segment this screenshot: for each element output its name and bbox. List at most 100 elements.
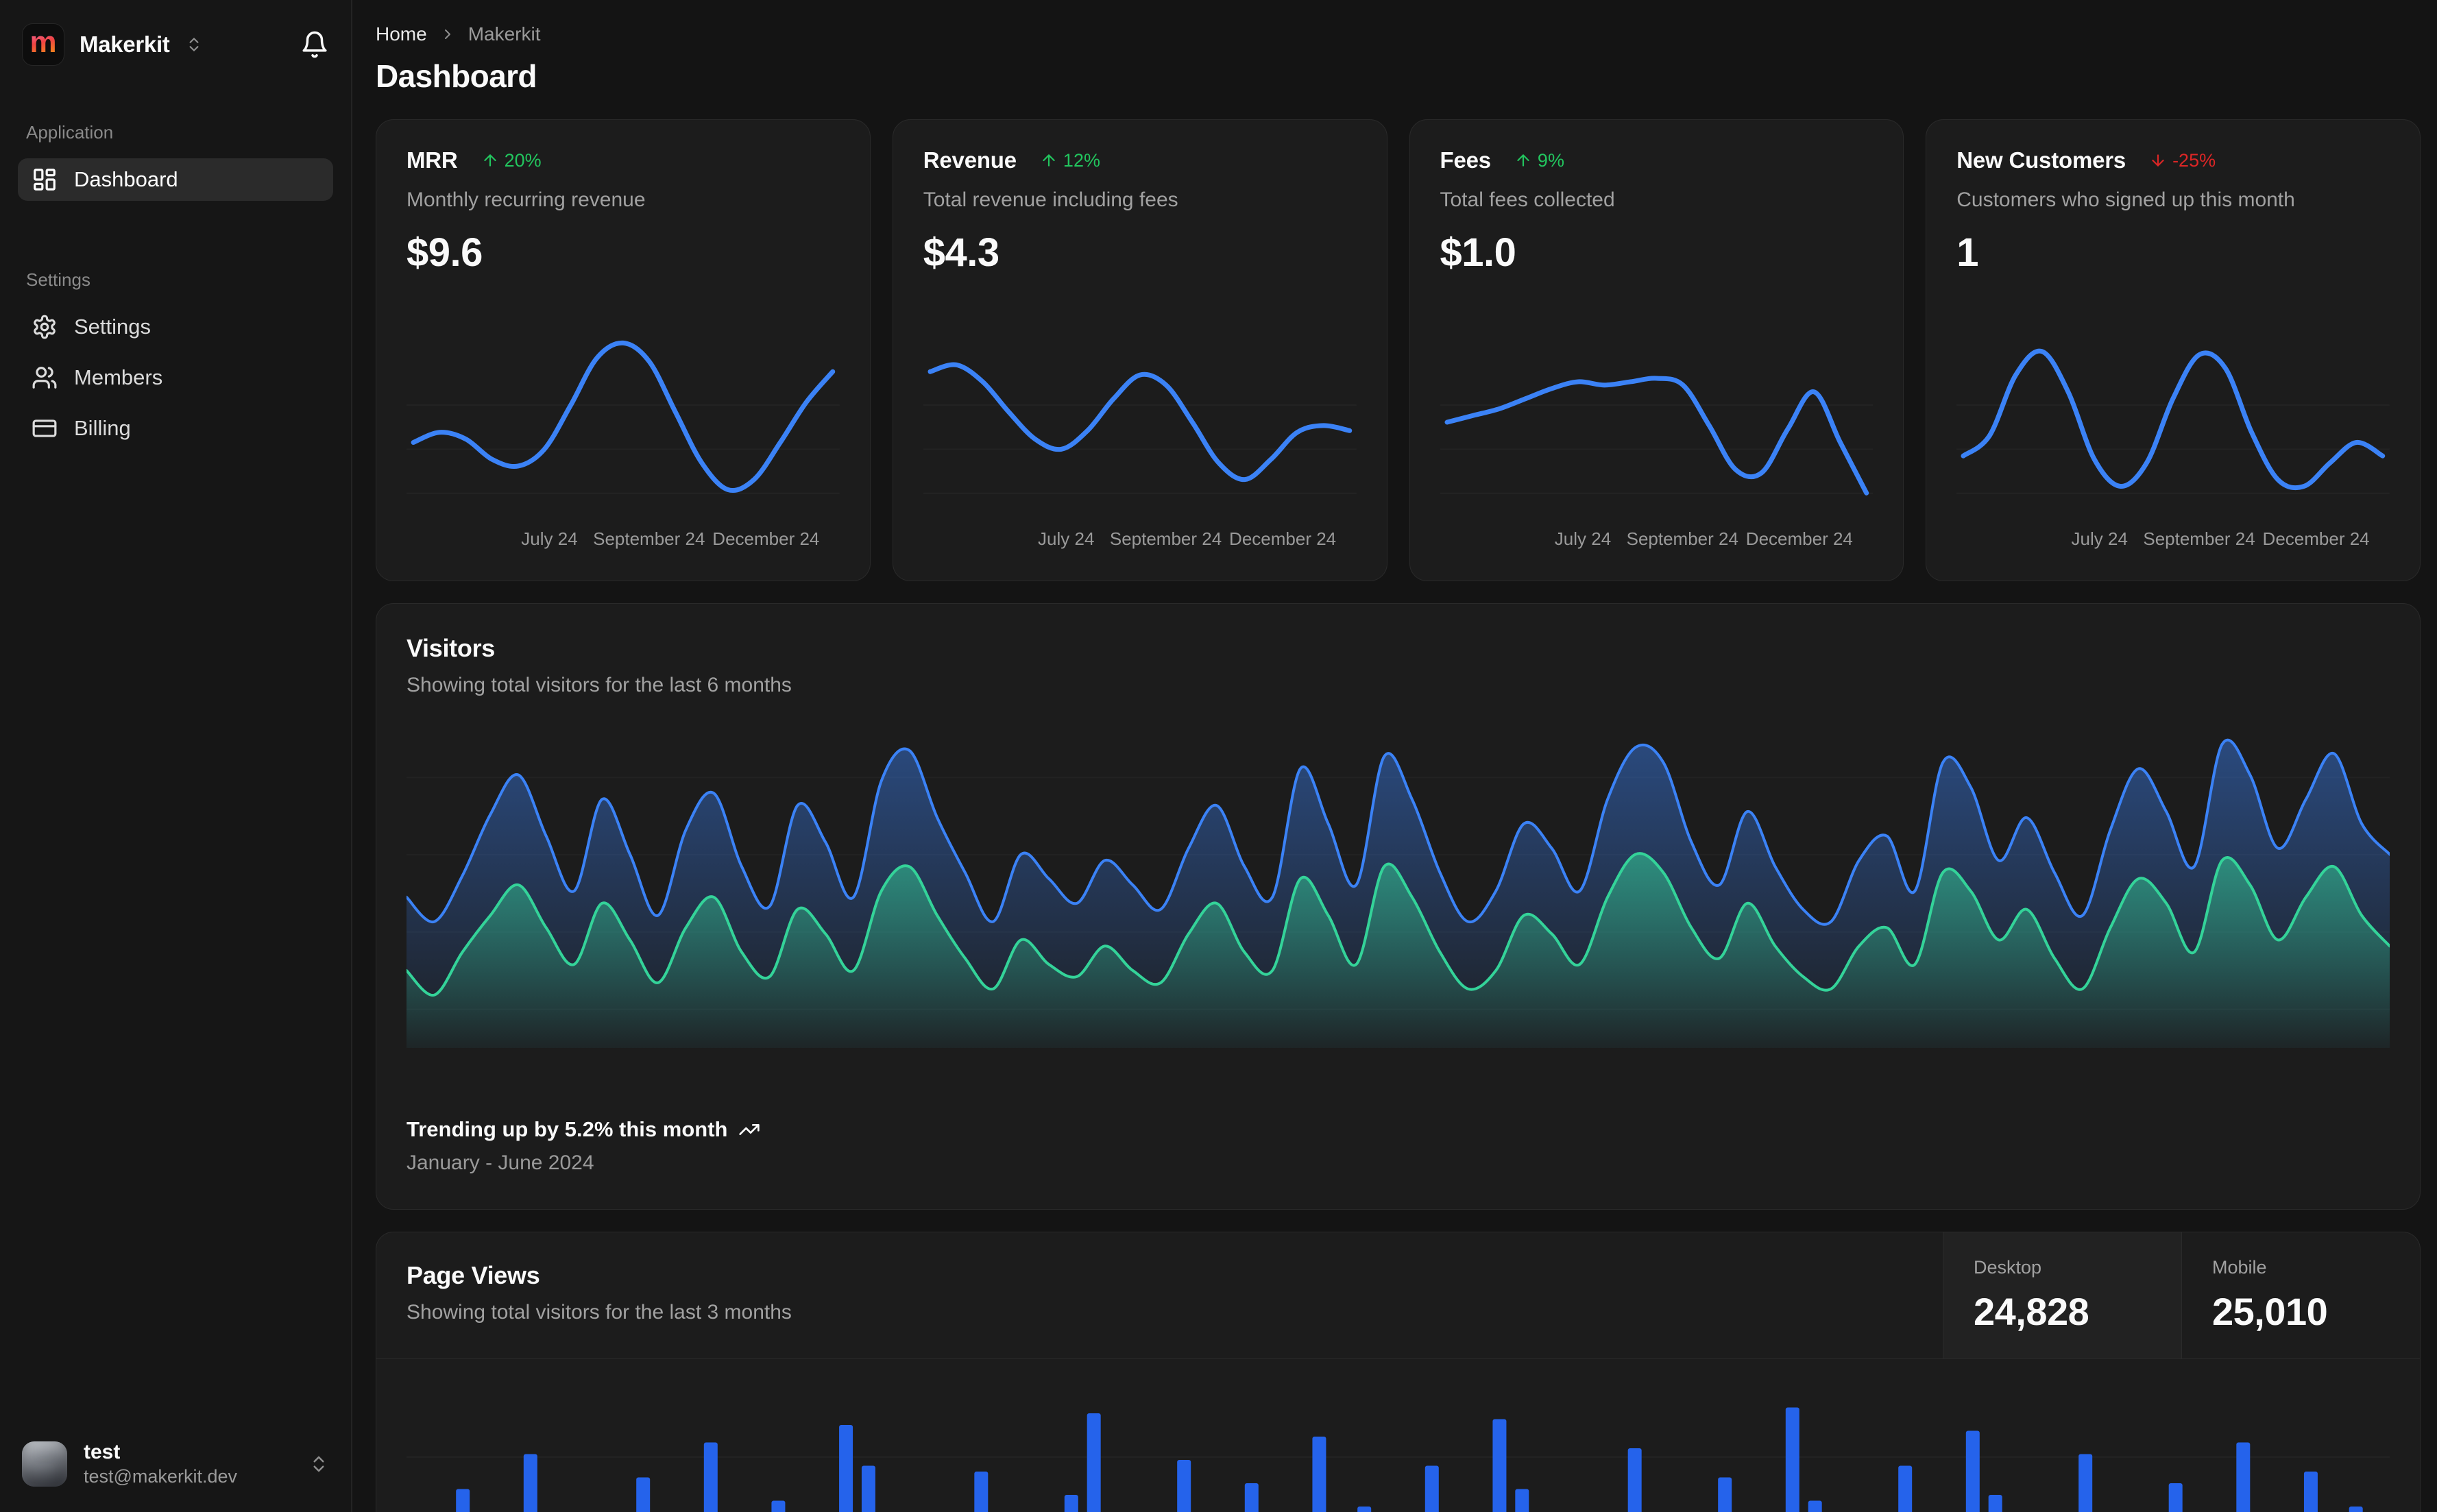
gear-icon: [32, 314, 58, 340]
x-tick: December 24: [1229, 528, 1337, 549]
chevrons-up-down-icon: [308, 1454, 329, 1474]
sparkline-x-axis: July 24 September 24 December 24: [1956, 523, 2390, 553]
stat-card-fees: Fees 9% Total fees collected $1.0 July 2…: [1409, 119, 1904, 581]
trend-value: 20%: [504, 149, 542, 171]
chevrons-up-down-icon: [185, 36, 203, 53]
trend-badge: 12%: [1040, 150, 1100, 171]
toggle-desktop[interactable]: Desktop 24,828: [1943, 1232, 2181, 1358]
main-content: Home Makerkit Dashboard MRR 20% Monthly …: [352, 0, 2437, 1512]
sidebar-item-label: Dashboard: [74, 167, 178, 191]
visitors-title: Visitors: [407, 634, 495, 662]
visitors-card: Visitors Showing total visitors for the …: [376, 603, 2421, 1210]
workspace-switcher[interactable]: m Makerkit: [18, 19, 333, 70]
stat-subtitle: Customers who signed up this month: [1956, 188, 2295, 211]
x-tick: July 24: [1554, 528, 1612, 549]
bell-icon: [300, 30, 329, 59]
stat-card-mrr: MRR 20% Monthly recurring revenue $9.6 J…: [376, 119, 871, 581]
stat-cards-row: MRR 20% Monthly recurring revenue $9.6 J…: [376, 119, 2421, 581]
credit-card-icon: [32, 415, 58, 441]
page-views-subtitle: Showing total visitors for the last 3 mo…: [407, 1301, 792, 1324]
sidebar-item-settings[interactable]: Settings: [18, 306, 333, 348]
stat-value: 1: [1956, 230, 1979, 275]
toggle-value: 24,828: [1974, 1290, 2089, 1333]
sparkline-chart: July 24 September 24 December 24: [1440, 328, 1874, 553]
arrow-up-icon: [481, 151, 499, 169]
sparkline-chart: July 24 September 24 December 24: [923, 328, 1357, 553]
trend-value: 12%: [1063, 149, 1100, 171]
logo-letter: m: [29, 25, 57, 59]
x-tick: July 24: [2071, 528, 2128, 549]
users-icon: [32, 365, 58, 391]
user-avatar: [22, 1441, 67, 1487]
stat-subtitle: Monthly recurring revenue: [407, 188, 646, 211]
stat-value: $1.0: [1440, 230, 1516, 275]
notifications-button[interactable]: [300, 30, 329, 59]
chevron-right-icon: [439, 26, 456, 42]
workspace-name: Makerkit: [80, 32, 170, 57]
revenue-sparkline: [923, 362, 1357, 494]
app-root: m Makerkit Application Dashboard Setting…: [0, 0, 2437, 1512]
sidebar-item-label: Settings: [74, 315, 151, 339]
stat-card-new-customers: New Customers -25% Customers who signed …: [1926, 119, 2421, 581]
user-info: test test@makerkit.dev: [84, 1440, 237, 1489]
stat-title: MRR: [407, 147, 458, 173]
arrow-down-icon: [2149, 151, 2167, 169]
sparkline-chart: July 24 September 24 December 24: [1956, 328, 2390, 553]
new-customers-sparkline: [1956, 348, 2390, 494]
user-menu[interactable]: test test@makerkit.dev: [18, 1435, 333, 1494]
sidebar-item-label: Billing: [74, 416, 131, 440]
page-views-bar-chart: [407, 1407, 2390, 1512]
stat-title: Revenue: [923, 147, 1017, 173]
stat-title: Fees: [1440, 147, 1492, 173]
x-tick: September 24: [2143, 528, 2255, 549]
visitors-area-chart: [407, 738, 2390, 1048]
page-views-title: Page Views: [407, 1261, 540, 1289]
toggle-mobile[interactable]: Mobile 25,010: [2181, 1232, 2420, 1358]
dashboard-grid-icon: [32, 167, 58, 193]
section-label-application: Application: [26, 122, 114, 143]
makerkit-logo: m: [22, 23, 64, 66]
sparkline-chart: July 24 September 24 December 24: [407, 328, 840, 553]
sparkline-x-axis: July 24 September 24 December 24: [923, 523, 1357, 553]
stat-subtitle: Total fees collected: [1440, 188, 1615, 211]
arrow-up-icon: [1040, 151, 1058, 169]
sidebar: m Makerkit Application Dashboard Setting…: [0, 0, 352, 1512]
stat-subtitle: Total revenue including fees: [923, 188, 1178, 211]
trend-badge: 9%: [1514, 150, 1564, 171]
sidebar-item-members[interactable]: Members: [18, 356, 333, 399]
x-tick: December 24: [2262, 528, 2370, 549]
trend-badge: -25%: [2149, 150, 2216, 171]
stat-title: New Customers: [1956, 147, 2126, 173]
breadcrumb: Home Makerkit: [376, 23, 2421, 45]
x-tick: July 24: [521, 528, 578, 549]
mrr-sparkline: [407, 340, 840, 494]
toggle-label: Desktop: [1974, 1257, 2042, 1278]
stat-card-revenue: Revenue 12% Total revenue including fees…: [892, 119, 1387, 581]
x-tick: September 24: [593, 528, 705, 549]
section-label-settings: Settings: [26, 269, 90, 290]
sparkline-x-axis: July 24 September 24 December 24: [1440, 523, 1874, 553]
visitors-footer: Trending up by 5.2% this month January -…: [407, 1117, 2390, 1179]
user-name: test: [84, 1440, 121, 1463]
fees-sparkline: [1440, 376, 1874, 496]
sidebar-item-label: Members: [74, 365, 163, 389]
x-tick: September 24: [1626, 528, 1738, 549]
breadcrumb-home-link[interactable]: Home: [376, 23, 427, 45]
x-tick: December 24: [712, 528, 820, 549]
visitors-trend-text: Trending up by 5.2% this month: [407, 1117, 728, 1141]
page-views-header: Page Views Showing total visitors for th…: [376, 1232, 2420, 1359]
trending-up-icon: [738, 1119, 760, 1141]
breadcrumb-current: Makerkit: [468, 23, 541, 45]
user-email: test@makerkit.dev: [84, 1465, 237, 1487]
visitors-date-range: January - June 2024: [407, 1151, 594, 1174]
sidebar-item-billing[interactable]: Billing: [18, 407, 333, 450]
toggle-value: 25,010: [2212, 1290, 2328, 1333]
page-title: Dashboard: [376, 58, 537, 94]
x-tick: December 24: [1745, 528, 1853, 549]
sidebar-item-dashboard[interactable]: Dashboard: [18, 158, 333, 201]
stat-value: $9.6: [407, 230, 483, 275]
trend-value: 9%: [1537, 149, 1564, 171]
trend-badge: 20%: [481, 150, 542, 171]
x-tick: September 24: [1109, 528, 1222, 549]
visitors-subtitle: Showing total visitors for the last 6 mo…: [407, 674, 792, 696]
